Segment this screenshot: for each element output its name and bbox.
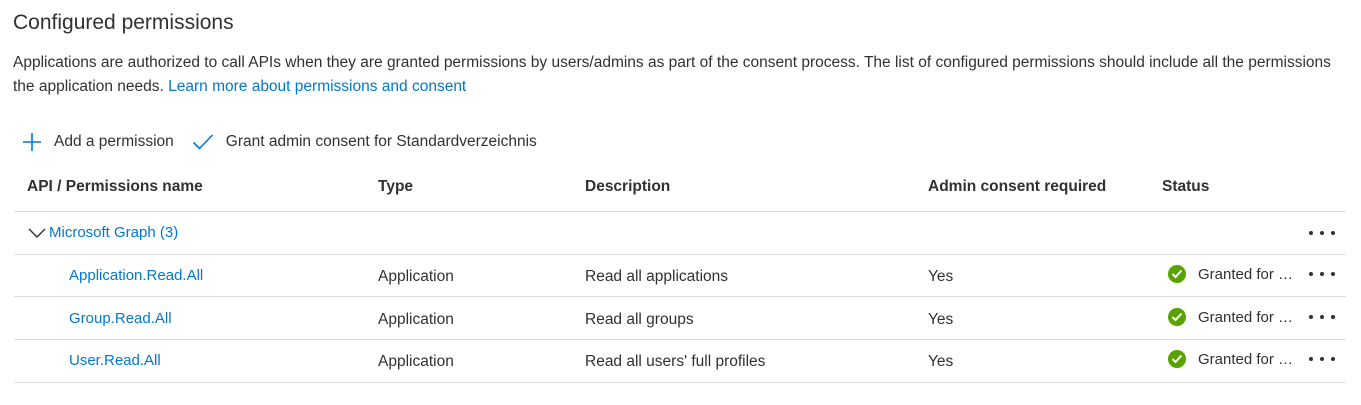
more-dot bbox=[1331, 315, 1335, 319]
divider bbox=[14, 339, 1346, 340]
permission-name-link[interactable]: User.Read.All bbox=[69, 352, 161, 369]
column-header-type[interactable]: Type bbox=[378, 178, 413, 196]
row-more-button[interactable] bbox=[1309, 309, 1335, 325]
more-dot bbox=[1320, 315, 1324, 319]
more-dot bbox=[1331, 231, 1335, 235]
row-more-button[interactable] bbox=[1309, 266, 1335, 282]
success-check-icon bbox=[1168, 350, 1186, 368]
divider bbox=[14, 382, 1346, 383]
admin-consent-value: Yes bbox=[928, 311, 954, 328]
permission-type: Application bbox=[378, 268, 454, 285]
status-cell: Granted for Standardverzeichnis bbox=[1168, 350, 1296, 368]
permission-description: Read all groups bbox=[585, 311, 694, 328]
success-check-icon bbox=[1168, 265, 1186, 283]
permission-name-link[interactable]: Group.Read.All bbox=[69, 310, 172, 327]
page-title: Configured permissions bbox=[13, 11, 234, 34]
permission-type: Application bbox=[378, 353, 454, 370]
grant-admin-consent-button[interactable]: Grant admin consent for Standardverzeich… bbox=[192, 133, 537, 151]
admin-consent-value: Yes bbox=[928, 353, 954, 370]
more-dot bbox=[1320, 231, 1324, 235]
grant-admin-consent-label: Grant admin consent for Standardverzeich… bbox=[225, 133, 537, 150]
column-header-status[interactable]: Status bbox=[1162, 178, 1209, 196]
plus-icon bbox=[23, 133, 41, 151]
more-dot bbox=[1331, 272, 1335, 276]
add-permission-button[interactable]: Add a permission bbox=[22, 132, 174, 152]
status-text: Granted for Standardverzeichnis bbox=[1198, 308, 1296, 326]
more-dot bbox=[1309, 357, 1313, 361]
more-dot bbox=[1331, 357, 1335, 361]
learn-more-link[interactable]: Learn more about permissions and consent bbox=[168, 78, 466, 95]
status-cell: Granted for Standardverzeichnis bbox=[1168, 308, 1296, 326]
add-permission-label: Add a permission bbox=[54, 133, 174, 150]
configured-permissions-panel: Configured permissions Applications are … bbox=[0, 0, 1361, 405]
more-dot bbox=[1309, 272, 1313, 276]
group-label[interactable]: Microsoft Graph (3) bbox=[49, 224, 178, 241]
command-bar: Add a permission Grant admin consent for… bbox=[22, 128, 555, 156]
permissions-description: Applications are authorized to call APIs… bbox=[13, 51, 1343, 99]
column-header-description[interactable]: Description bbox=[585, 178, 670, 196]
status-text: Granted for Standardverzeichnis bbox=[1198, 350, 1296, 368]
chevron-down-icon bbox=[28, 228, 46, 238]
status-cell: Granted for Standardverzeichnis bbox=[1168, 265, 1296, 283]
group-row-microsoft-graph[interactable]: Microsoft Graph (3) bbox=[28, 224, 178, 241]
more-dot bbox=[1320, 357, 1324, 361]
admin-consent-value: Yes bbox=[928, 268, 954, 285]
permission-type: Application bbox=[378, 311, 454, 328]
checkmark-icon bbox=[192, 134, 213, 150]
divider bbox=[14, 254, 1346, 255]
success-check-icon bbox=[1168, 308, 1186, 326]
permission-description: Read all applications bbox=[585, 268, 729, 285]
more-dot bbox=[1309, 231, 1313, 235]
row-more-button[interactable] bbox=[1309, 351, 1335, 367]
group-more-button[interactable] bbox=[1309, 225, 1335, 241]
divider bbox=[14, 296, 1346, 297]
column-header-name[interactable]: API / Permissions name bbox=[27, 178, 203, 196]
permission-name-link[interactable]: Application.Read.All bbox=[69, 267, 203, 284]
more-dot bbox=[1309, 315, 1313, 319]
permission-description: Read all users' full profiles bbox=[585, 353, 766, 370]
more-dot bbox=[1320, 272, 1324, 276]
column-header-admin-consent[interactable]: Admin consent required bbox=[928, 178, 1106, 196]
status-text: Granted for Standardverzeichnis bbox=[1198, 265, 1296, 283]
divider bbox=[14, 211, 1346, 212]
